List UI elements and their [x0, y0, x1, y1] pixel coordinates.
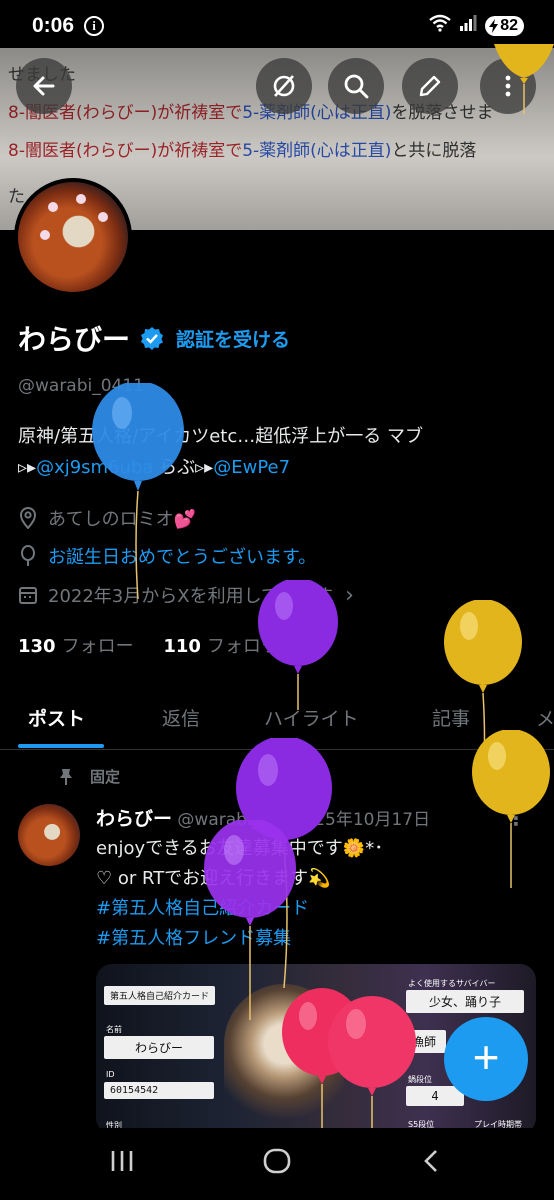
- tab-articles[interactable]: 記事: [432, 704, 470, 731]
- edit-icon: [419, 75, 441, 97]
- bio-mention-link[interactable]: @EwPe7: [213, 457, 290, 478]
- battery-level: 82: [500, 16, 518, 34]
- post-more-icon[interactable]: ⋮: [506, 806, 526, 830]
- hashtag-link[interactable]: #第五人格フレンド募集: [96, 924, 536, 954]
- pinned-label: 固定: [58, 766, 120, 787]
- pin-icon: [60, 768, 72, 785]
- more-options-button[interactable]: [480, 58, 536, 114]
- follow-counts: 130 フォロー 110 フォロワー: [18, 632, 297, 658]
- edit-button[interactable]: [402, 58, 458, 114]
- active-tab-indicator: [18, 744, 104, 748]
- profile-name-row: わらびー 認証を受ける: [18, 318, 290, 358]
- card-title: 第五人格自己紹介カード: [104, 986, 216, 1005]
- profile-birthday: お誕生日おめでとうございます。: [18, 543, 316, 569]
- calendar-icon: [19, 587, 37, 604]
- bio-line: 原神/第五人格/アイカツetc…超低浮上が一る マブ: [18, 426, 423, 447]
- balloon-icon: [21, 545, 35, 566]
- back-button[interactable]: [16, 58, 72, 114]
- home-button[interactable]: [262, 1148, 292, 1178]
- following-link[interactable]: 130 フォロー: [18, 636, 134, 657]
- more-icon: [505, 75, 511, 97]
- signal-icon: [459, 15, 477, 36]
- followers-link[interactable]: 110 フォロワー: [163, 636, 297, 657]
- post-handle-date: @warabi_... · 2025年10月17日: [177, 810, 431, 830]
- post-text: enjoyできるお友達募集中です🌼*･ ♡ or RTでお迎え行きます💫 #第五…: [96, 834, 536, 954]
- get-verified-link[interactable]: 認証を受ける: [176, 325, 290, 352]
- banner-text-line: 8-闇医者(わらびー)が祈祷室で5-薬剤師(心は正直)と共に脱落: [8, 141, 477, 161]
- search-button[interactable]: [328, 58, 384, 114]
- post-author-name[interactable]: わらびー: [96, 808, 172, 830]
- back-nav-button[interactable]: [420, 1148, 444, 1178]
- profile-tabs: ポスト 返信 ハイライト 記事 メ: [0, 690, 554, 750]
- tab-media[interactable]: メ: [536, 704, 554, 731]
- tab-highlights[interactable]: ハイライト: [264, 704, 359, 731]
- post-header: わらびー @warabi_... · 2025年10月17日: [96, 804, 430, 831]
- info-icon: i: [84, 16, 104, 36]
- charging-icon: [489, 18, 499, 33]
- battery-indicator: 82: [485, 15, 524, 36]
- search-icon: [344, 74, 369, 99]
- status-time: 0:06: [32, 14, 75, 37]
- profile-location: あてしのロミオ💕: [18, 505, 196, 531]
- status-bar: 0:06 i 82: [0, 0, 554, 52]
- chevron-right-icon: ›: [345, 582, 354, 608]
- card-character-art: [224, 984, 344, 1134]
- home-icon: [263, 1148, 291, 1174]
- profile-name: わらびー: [18, 323, 131, 356]
- recent-apps-button[interactable]: [108, 1148, 136, 1178]
- location-pin-icon: [19, 507, 37, 529]
- tab-replies[interactable]: 返信: [162, 704, 200, 731]
- system-nav-bar: [0, 1128, 554, 1200]
- grok-button[interactable]: [256, 58, 312, 114]
- profile-avatar[interactable]: [14, 178, 132, 296]
- grok-icon: [273, 75, 295, 97]
- profile-handle: @warabi_0411: [18, 376, 145, 396]
- profile-joined[interactable]: 2022年3月からXを利用しています ›: [18, 582, 354, 608]
- post-author-avatar[interactable]: [18, 804, 80, 866]
- profile-bio: 原神/第五人格/アイカツetc…超低浮上が一る マブ ▹▸@xj9sm6uba …: [18, 421, 548, 483]
- back-arrow-icon: [33, 76, 55, 96]
- wifi-icon: [429, 14, 451, 37]
- bio-mention-link[interactable]: @xj9sm6uba: [36, 457, 153, 478]
- hashtag-link[interactable]: #第五人格自己紹介カード: [96, 894, 536, 924]
- banner-text-line: た: [8, 187, 25, 207]
- bio-line: ▹▸@xj9sm6uba らぶ▹▸@EwPe7: [18, 457, 291, 478]
- verified-badge-icon: [141, 327, 164, 350]
- recent-apps-icon: [111, 1151, 133, 1171]
- tab-posts[interactable]: ポスト: [28, 704, 85, 731]
- back-chevron-icon: [424, 1150, 437, 1172]
- compose-post-button[interactable]: +: [444, 1017, 528, 1101]
